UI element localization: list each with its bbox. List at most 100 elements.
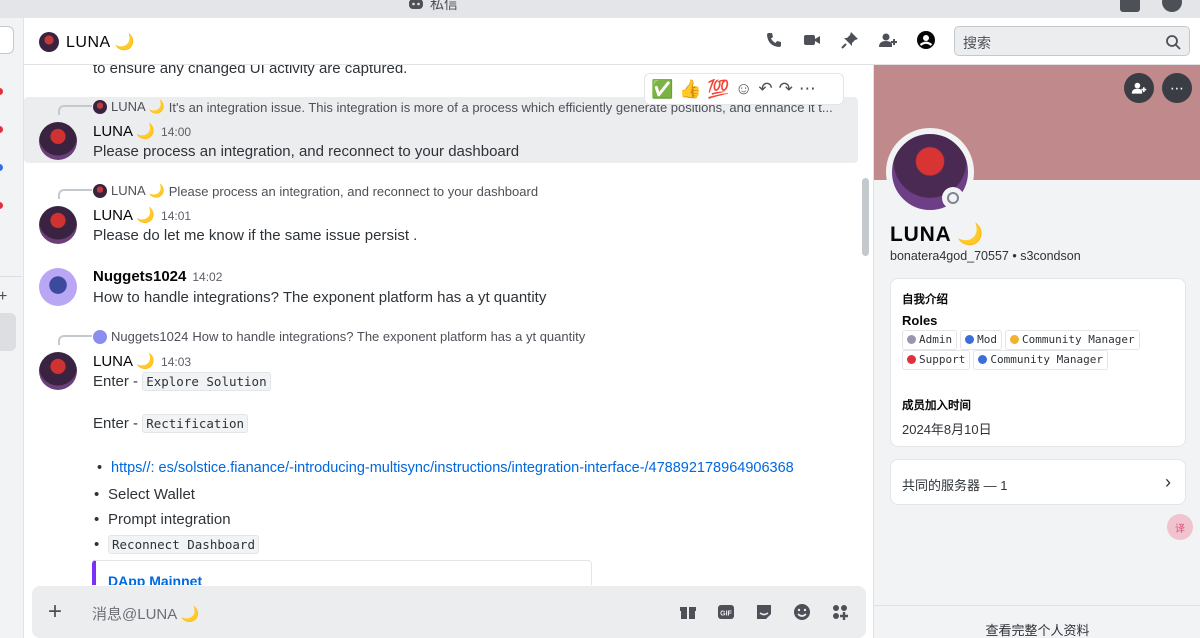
reply-avatar bbox=[93, 100, 107, 114]
message-composer[interactable]: + 消息@LUNA 🌙 GIF bbox=[32, 586, 866, 638]
upload-plus-icon[interactable]: + bbox=[48, 598, 62, 626]
role-badge[interactable]: Mod bbox=[960, 330, 1002, 350]
more-options-icon[interactable]: ⋯ bbox=[1162, 73, 1192, 103]
message-author[interactable]: LUNA 🌙 14:01 bbox=[93, 206, 191, 224]
role-label: Community Manager bbox=[1022, 333, 1135, 346]
inline-code: Explore Solution bbox=[142, 372, 271, 391]
inbox-icon[interactable] bbox=[1120, 0, 1140, 12]
user-profile-panel: ⋯ LUNA 🌙 bonatera4god_70557 • s3condson … bbox=[873, 65, 1200, 638]
video-camera-icon[interactable] bbox=[802, 30, 822, 50]
author-name[interactable]: Nuggets1024 bbox=[93, 268, 186, 285]
divider bbox=[0, 276, 22, 277]
sidebar-search-box[interactable] bbox=[0, 26, 14, 54]
reaction-100[interactable]: 💯 bbox=[707, 79, 729, 100]
about-heading: 自我介绍 bbox=[902, 294, 948, 306]
notification-dot bbox=[0, 202, 3, 209]
message-text: How to handle integrations? The exponent… bbox=[93, 289, 547, 306]
mutual-servers-button[interactable]: 共同的服务器 — 1 › bbox=[890, 459, 1186, 505]
avatar[interactable] bbox=[39, 122, 77, 160]
author-name[interactable]: LUNA 🌙 bbox=[93, 207, 155, 224]
list-item: Select Wallet bbox=[94, 486, 195, 503]
apps-icon[interactable] bbox=[830, 602, 852, 622]
roles-heading: Roles bbox=[902, 313, 938, 328]
role-color-dot bbox=[907, 335, 916, 344]
reply-text: Please process an integration, and recon… bbox=[168, 183, 539, 199]
role-color-dot bbox=[978, 355, 988, 364]
member-since-heading: 成员加入时间 bbox=[902, 400, 971, 412]
role-color-dot bbox=[907, 355, 916, 364]
avatar[interactable] bbox=[39, 268, 77, 306]
message-author[interactable]: LUNA 🌙 14:03 bbox=[93, 352, 191, 370]
header-avatar[interactable] bbox=[39, 32, 59, 52]
mutual-servers-label: 共同的服务器 — 1 bbox=[902, 478, 1008, 493]
message-scrollbar[interactable] bbox=[862, 178, 869, 256]
message-text: Please process an integration, and recon… bbox=[93, 143, 520, 160]
reply-spine bbox=[58, 105, 92, 115]
search-box[interactable]: 搜索 bbox=[954, 26, 1190, 56]
role-badge[interactable]: Support bbox=[902, 350, 971, 370]
message-timestamp: 14:00 bbox=[161, 125, 192, 139]
reply-preview[interactable]: Nuggets1024 How to handle integrations? … bbox=[93, 329, 833, 344]
add-reaction-icon[interactable]: ☺ bbox=[735, 79, 752, 99]
forward-icon[interactable]: ↷ bbox=[779, 79, 793, 99]
chevron-right-icon: › bbox=[1165, 472, 1171, 492]
avatar[interactable] bbox=[39, 352, 77, 390]
embed-title[interactable]: DApp Mainnet bbox=[108, 573, 202, 585]
author-name[interactable]: LUNA 🌙 bbox=[93, 123, 155, 140]
reply-spine bbox=[58, 335, 92, 345]
inline-code: Reconnect Dashboard bbox=[108, 535, 259, 554]
message-link[interactable]: https//: es/solstice.fianance/-introduci… bbox=[97, 460, 794, 476]
role-badge[interactable]: Admin bbox=[902, 330, 958, 350]
role-badge[interactable]: Community Manager bbox=[973, 350, 1108, 370]
phone-call-icon[interactable] bbox=[764, 30, 784, 50]
reaction-thumbsup[interactable]: 👍 bbox=[679, 79, 701, 100]
reply-preview[interactable]: LUNA 🌙 Please process an integration, an… bbox=[93, 183, 833, 199]
emoji-icon[interactable] bbox=[792, 602, 814, 622]
reaction-check[interactable]: ✅ bbox=[651, 79, 673, 100]
inline-code: Rectification bbox=[142, 414, 249, 433]
message-timestamp: 14:02 bbox=[192, 270, 223, 284]
reply-avatar bbox=[93, 329, 107, 344]
author-name[interactable]: LUNA 🌙 bbox=[93, 353, 155, 370]
server-sidebar: + bbox=[0, 18, 24, 638]
message-author[interactable]: LUNA 🌙 14:00 bbox=[93, 122, 191, 140]
header-username[interactable]: LUNA 🌙 bbox=[66, 32, 135, 52]
avatar[interactable] bbox=[39, 206, 77, 244]
gift-icon[interactable] bbox=[678, 602, 700, 622]
message-author[interactable]: Nuggets1024 14:02 bbox=[93, 268, 222, 285]
message-input[interactable]: 消息@LUNA 🌙 bbox=[92, 603, 199, 624]
add-friend-icon[interactable] bbox=[1124, 73, 1154, 103]
reply-icon[interactable]: ↶ bbox=[758, 79, 772, 99]
search-placeholder: 搜索 bbox=[963, 35, 991, 51]
reply-text: How to handle integrations? The exponent… bbox=[192, 329, 586, 344]
role-label: Support bbox=[919, 353, 966, 366]
about-card: 自我介绍 Roles Admin Mod Community Manager Supp… bbox=[890, 278, 1186, 447]
view-full-profile-link[interactable]: 查看完整个人资料 bbox=[874, 620, 1200, 638]
reply-author: LUNA 🌙 bbox=[111, 99, 165, 114]
message-list[interactable]: to ensure any changed UI activity are ca… bbox=[24, 65, 872, 585]
reply-spine bbox=[58, 189, 92, 199]
reply-author: Nuggets1024 bbox=[111, 329, 189, 344]
window-title: 私信 bbox=[408, 0, 458, 14]
role-color-dot bbox=[1010, 335, 1019, 344]
notification-dot bbox=[0, 126, 3, 133]
sticker-icon[interactable] bbox=[754, 602, 776, 622]
profile-handle: bonatera4god_70557 • s3condson bbox=[890, 249, 1081, 263]
channel-header: LUNA 🌙 搜索 bbox=[24, 18, 1200, 65]
translate-icon[interactable]: 译 bbox=[1167, 514, 1193, 540]
add-dm-icon[interactable]: + bbox=[0, 288, 7, 306]
message-timestamp: 14:03 bbox=[161, 355, 192, 369]
link-embed[interactable]: DApp Mainnet bbox=[92, 560, 592, 585]
add-friend-icon[interactable] bbox=[878, 30, 898, 50]
pin-icon[interactable] bbox=[840, 30, 860, 50]
roles-list: Admin Mod Community Manager Support Communit… bbox=[902, 330, 1182, 370]
role-label: Community Manager bbox=[990, 353, 1103, 366]
selected-dm-item[interactable] bbox=[0, 313, 16, 351]
more-options-icon[interactable]: ⋯ bbox=[799, 79, 816, 99]
notification-dot bbox=[0, 164, 3, 171]
role-badge[interactable]: Community Manager bbox=[1005, 330, 1140, 350]
help-icon[interactable] bbox=[1162, 0, 1182, 12]
gif-icon[interactable]: GIF bbox=[716, 602, 738, 622]
discord-logo-icon bbox=[409, 0, 423, 9]
user-profile-icon[interactable] bbox=[916, 30, 936, 50]
